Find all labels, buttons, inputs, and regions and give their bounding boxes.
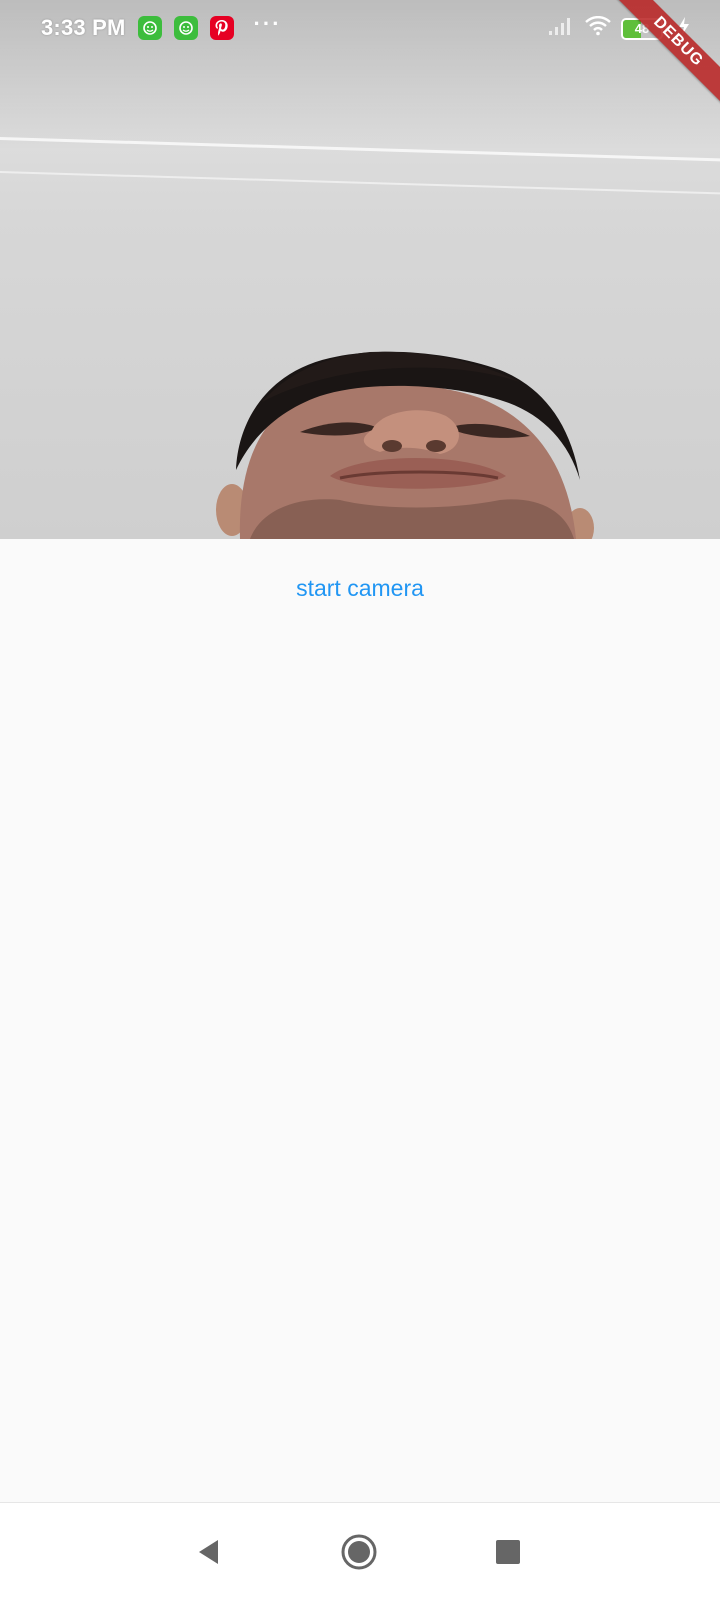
navigation-bar (0, 1502, 720, 1600)
back-icon[interactable] (186, 1529, 232, 1575)
recents-icon[interactable] (485, 1529, 531, 1575)
start-camera-button[interactable]: start camera (260, 566, 460, 610)
app-green-icon (173, 16, 198, 40)
camera-subject-image (216, 351, 594, 539)
camera-preview (0, 0, 720, 539)
app-screen: 3:33 PM ··· 48 DEBUG start camera (0, 0, 720, 1600)
signal-icon (547, 16, 575, 41)
status-time: 3:33 PM (41, 15, 126, 40)
more-notifications-indicator: ··· (253, 11, 282, 36)
notification-icons: ··· (137, 11, 282, 40)
wifi-icon (585, 15, 611, 41)
status-bar: 3:33 PM ··· 48 (0, 0, 720, 56)
pinterest-icon (209, 16, 234, 40)
app-green-icon (137, 16, 162, 40)
home-icon[interactable] (336, 1529, 382, 1575)
